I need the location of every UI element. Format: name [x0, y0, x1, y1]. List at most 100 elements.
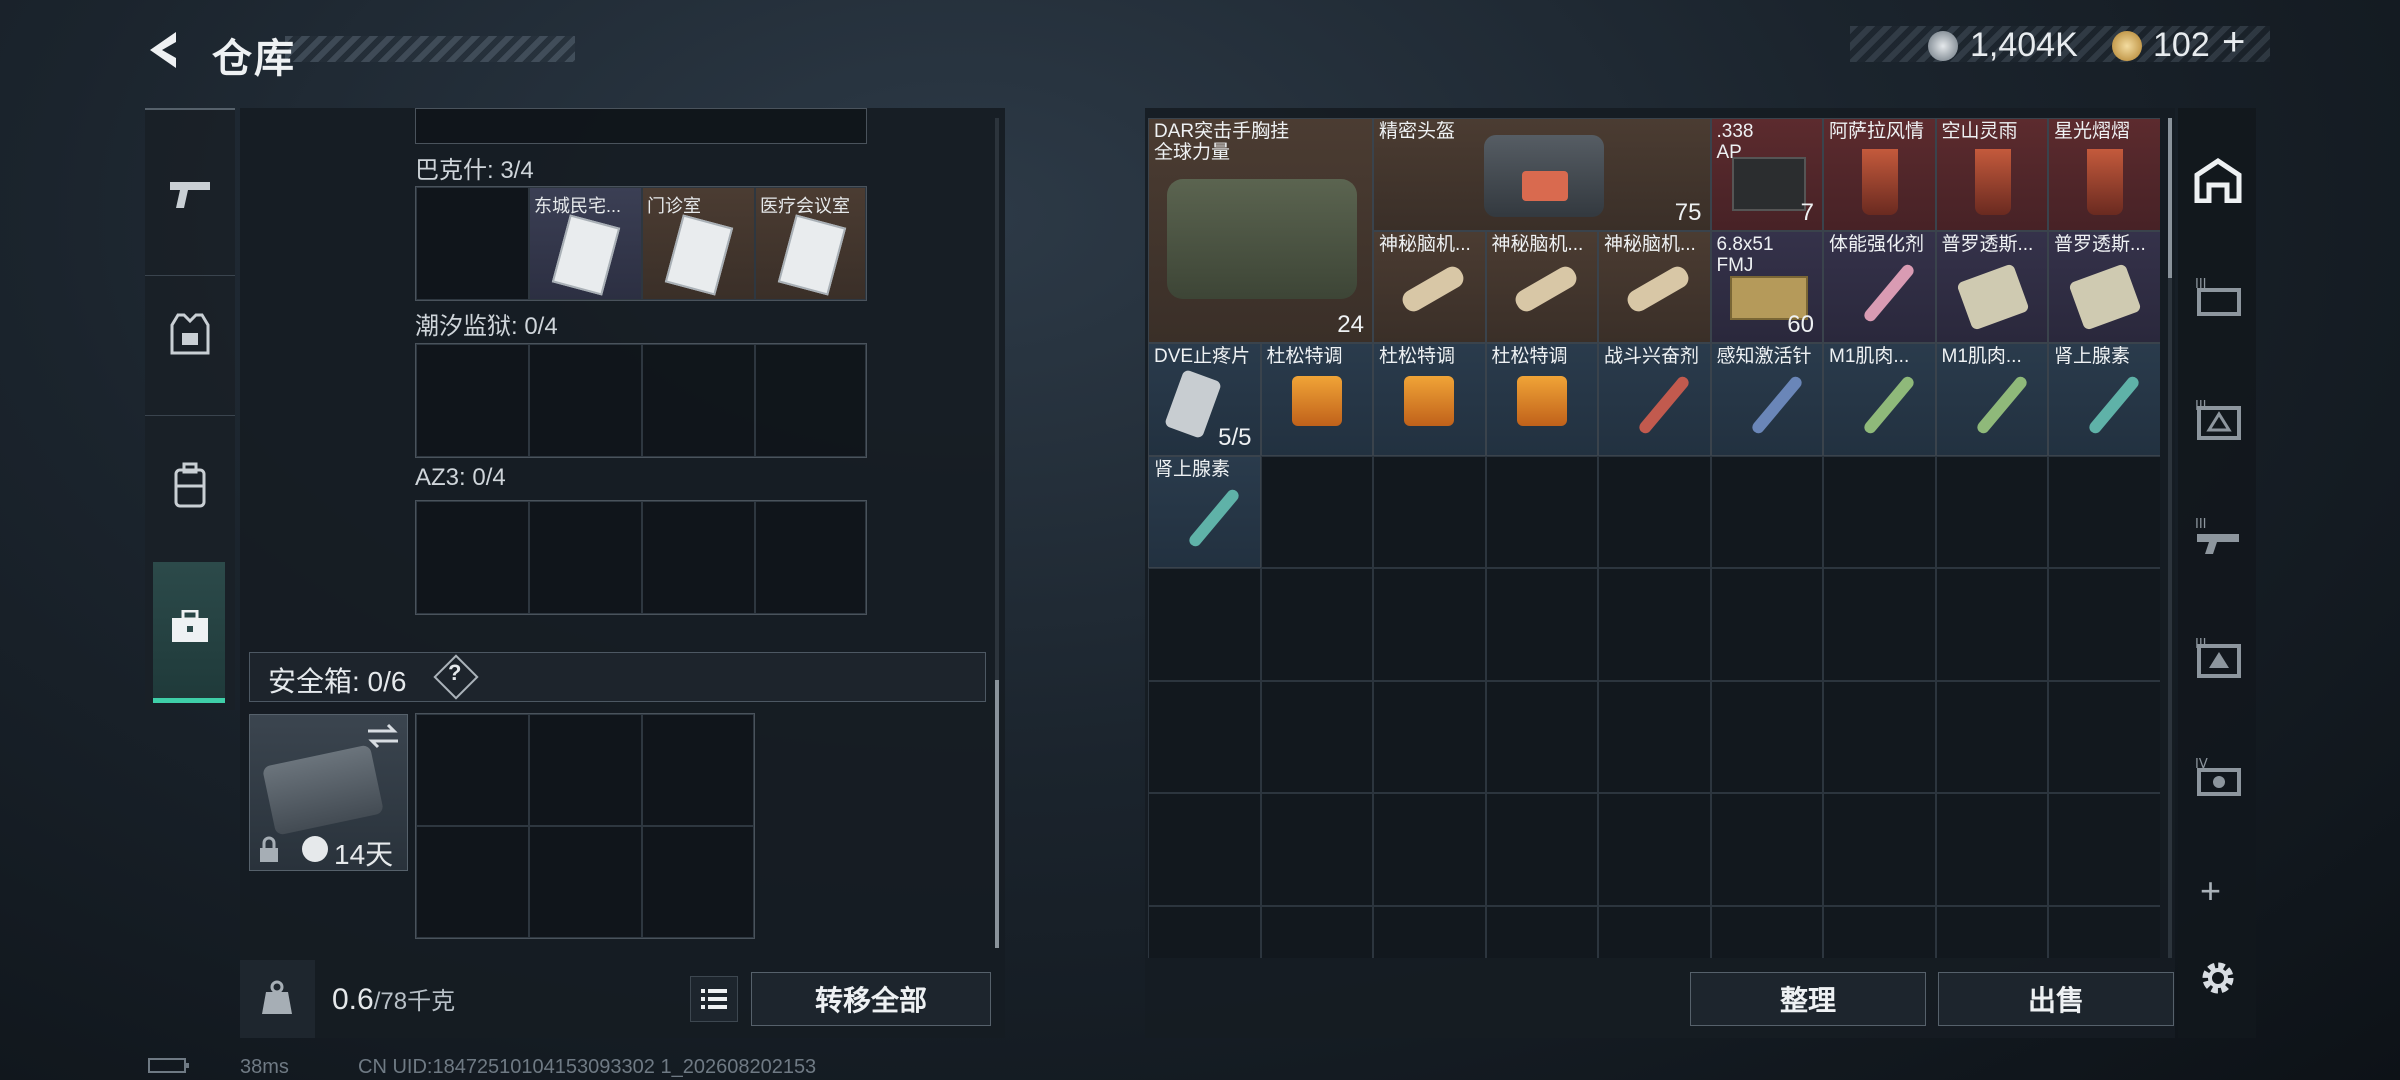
empty-slot[interactable]	[529, 344, 642, 457]
stash-item[interactable]: 体能强化剂	[1823, 230, 1936, 343]
stash-item[interactable]: 神秘脑机...	[1598, 230, 1711, 343]
tab-backpack[interactable]	[145, 430, 235, 540]
stash-empty-slot[interactable]	[1485, 793, 1598, 906]
tab-weapons[interactable]	[145, 140, 235, 250]
stash-empty-slot[interactable]	[1148, 680, 1261, 793]
stash-empty-slot[interactable]	[1598, 793, 1711, 906]
tab-armor[interactable]	[145, 280, 235, 390]
stash-tab-3b[interactable]: III	[2190, 390, 2246, 446]
empty-slot[interactable]	[642, 826, 754, 938]
stash-empty-slot[interactable]	[1823, 455, 1936, 568]
empty-slot[interactable]	[416, 501, 529, 614]
stash-empty-slot[interactable]	[1485, 455, 1598, 568]
stash-empty-slot[interactable]	[2048, 455, 2160, 568]
sort-button[interactable]: 整理	[1690, 972, 1926, 1026]
stash-empty-slot[interactable]	[2048, 680, 2160, 793]
stash-empty-slot[interactable]	[1935, 905, 2048, 958]
stash-item[interactable]: 普罗透斯...	[1935, 230, 2048, 343]
stash-tab-3c[interactable]: III	[2190, 508, 2246, 564]
stash-empty-slot[interactable]	[2048, 905, 2160, 958]
empty-slot[interactable]	[529, 501, 642, 614]
stash-empty-slot[interactable]	[1598, 680, 1711, 793]
add-stash-tab-button[interactable]: +	[2200, 870, 2221, 912]
stash-item[interactable]: 肾上腺素	[1148, 455, 1261, 568]
stash-empty-slot[interactable]	[1485, 680, 1598, 793]
stash-empty-slot[interactable]	[1935, 680, 2048, 793]
stash-item[interactable]: M1肌肉...	[1823, 343, 1936, 456]
tab-container[interactable]	[153, 562, 225, 703]
stash-empty-slot[interactable]	[1260, 568, 1373, 681]
stash-empty-slot[interactable]	[1148, 568, 1261, 681]
keycard-item[interactable]: 门诊室	[642, 187, 755, 300]
empty-slot[interactable]	[642, 714, 754, 826]
stash-item[interactable]: M1肌肉...	[1935, 343, 2048, 456]
stash-tab-4a[interactable]: IV	[2190, 748, 2246, 804]
stash-empty-slot[interactable]	[1260, 793, 1373, 906]
stash-item[interactable]: 空山灵雨	[1935, 118, 2048, 231]
stash-item[interactable]: 6.8x51 FMJ 60	[1710, 230, 1823, 343]
empty-slot[interactable]	[416, 344, 529, 457]
stash-empty-slot[interactable]	[1373, 680, 1486, 793]
stash-item[interactable]: 杜松特调	[1485, 343, 1598, 456]
stash-empty-slot[interactable]	[1373, 568, 1486, 681]
stash-tab-3d[interactable]: III	[2190, 628, 2246, 684]
empty-slot[interactable]	[755, 501, 866, 614]
stash-empty-slot[interactable]	[1935, 455, 2048, 568]
back-arrow-icon[interactable]	[142, 28, 186, 72]
stash-item[interactable]: 神秘脑机...	[1485, 230, 1598, 343]
stash-item[interactable]: 杜松特调	[1373, 343, 1486, 456]
stash-empty-slot[interactable]	[1710, 793, 1823, 906]
stash-empty-slot[interactable]	[1710, 568, 1823, 681]
stash-item[interactable]: 精密头盔 75	[1373, 118, 1711, 231]
stash-empty-slot[interactable]	[1823, 905, 1936, 958]
stash-empty-slot[interactable]	[1710, 680, 1823, 793]
stash-empty-slot[interactable]	[1485, 568, 1598, 681]
add-currency-button[interactable]: +	[2222, 20, 2245, 65]
stash-tab-main[interactable]	[2190, 152, 2246, 208]
right-scrollbar-thumb[interactable]	[2168, 118, 2172, 278]
stash-item[interactable]: DVE止疼片 5/5	[1148, 343, 1261, 456]
stash-empty-slot[interactable]	[1148, 793, 1261, 906]
left-scrollbar-thumb[interactable]	[995, 680, 999, 948]
stash-empty-slot[interactable]	[1935, 568, 2048, 681]
empty-slot[interactable]	[416, 714, 529, 826]
list-view-button[interactable]	[690, 976, 738, 1022]
stash-item[interactable]: 星光熠熠	[2048, 118, 2160, 231]
empty-slot[interactable]	[416, 826, 529, 938]
stash-empty-slot[interactable]	[1373, 793, 1486, 906]
stash-empty-slot[interactable]	[1710, 455, 1823, 568]
stash-item[interactable]: .338 AP 7	[1710, 118, 1823, 231]
stash-empty-slot[interactable]	[1260, 455, 1373, 568]
stash-item[interactable]: 神秘脑机...	[1373, 230, 1486, 343]
empty-slot[interactable]	[755, 344, 866, 457]
empty-slot[interactable]	[529, 826, 642, 938]
stash-empty-slot[interactable]	[1598, 568, 1711, 681]
swap-icon[interactable]	[366, 722, 400, 750]
empty-slot[interactable]	[642, 501, 755, 614]
stash-empty-slot[interactable]	[1260, 905, 1373, 958]
stash-item[interactable]: DAR突击手胸挂 全球力量 24	[1148, 118, 1373, 343]
stash-empty-slot[interactable]	[1598, 455, 1711, 568]
stash-item[interactable]: 普罗透斯...	[2048, 230, 2160, 343]
stash-empty-slot[interactable]	[1148, 905, 1261, 958]
stash-item[interactable]: 杜松特调	[1260, 343, 1373, 456]
empty-slot[interactable]	[416, 187, 529, 300]
stash-empty-slot[interactable]	[1598, 905, 1711, 958]
stash-item[interactable]: 战斗兴奋剂	[1598, 343, 1711, 456]
stash-empty-slot[interactable]	[1935, 793, 2048, 906]
stash-item[interactable]: 感知激活针	[1710, 343, 1823, 456]
stash-empty-slot[interactable]	[1485, 905, 1598, 958]
empty-slot[interactable]	[529, 714, 642, 826]
settings-button[interactable]	[2190, 950, 2246, 1006]
transfer-all-button[interactable]: 转移全部	[751, 972, 991, 1026]
stash-empty-slot[interactable]	[1373, 455, 1486, 568]
keycard-item[interactable]: 东城民宅...	[529, 187, 642, 300]
stash-item[interactable]: 肾上腺素	[2048, 343, 2160, 456]
stash-empty-slot[interactable]	[1373, 905, 1486, 958]
stash-empty-slot[interactable]	[1823, 680, 1936, 793]
stash-empty-slot[interactable]	[1260, 680, 1373, 793]
empty-slot[interactable]	[642, 344, 755, 457]
stash-empty-slot[interactable]	[2048, 793, 2160, 906]
stash-empty-slot[interactable]	[1823, 568, 1936, 681]
stash-item[interactable]: 阿萨拉风情	[1823, 118, 1936, 231]
